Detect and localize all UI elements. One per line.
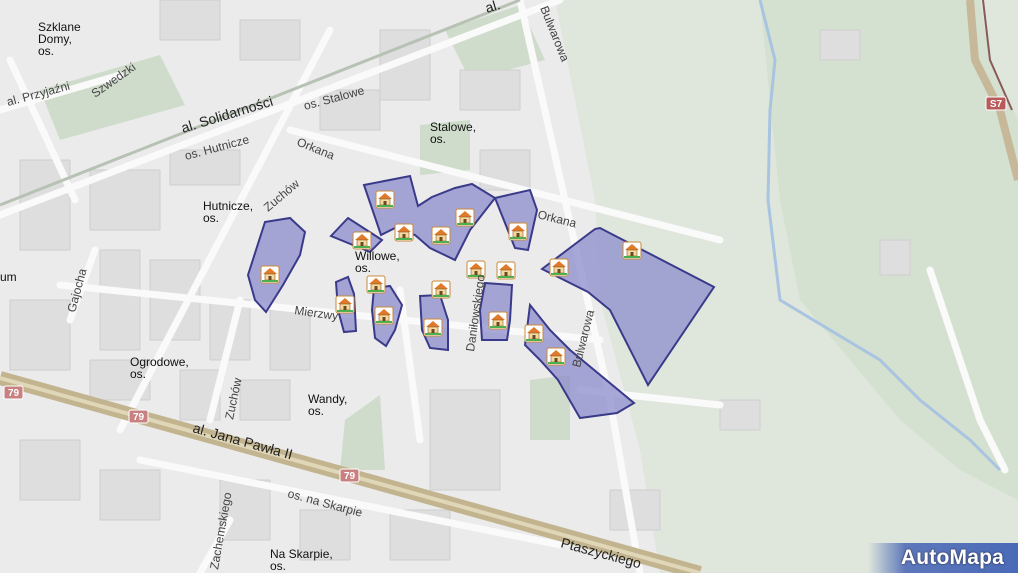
house-icon[interactable]	[431, 226, 451, 245]
estate-label: os.	[203, 211, 219, 225]
road-shield: 79	[339, 468, 360, 483]
house-icon[interactable]	[394, 223, 414, 242]
house-icon[interactable]	[496, 261, 516, 280]
road-shield: S7	[985, 96, 1007, 111]
house-icon[interactable]	[375, 190, 395, 209]
house-icon[interactable]	[546, 347, 566, 366]
brand-text: AutoMapa	[900, 546, 1004, 569]
estate-label: os.	[38, 44, 54, 58]
automapa-logo: AutoMapa	[868, 543, 1018, 573]
svg-text:79: 79	[344, 471, 356, 482]
road-shield: 79	[128, 409, 149, 424]
house-icon[interactable]	[488, 311, 508, 330]
house-icon[interactable]	[374, 306, 394, 325]
estate-label: os.	[308, 404, 324, 418]
estate-label: os.	[430, 132, 446, 146]
estate-label: os.	[270, 559, 286, 573]
house-icon[interactable]	[431, 280, 451, 299]
svg-text:79: 79	[133, 412, 145, 423]
svg-text:79: 79	[8, 388, 20, 399]
house-icon[interactable]	[366, 275, 386, 294]
svg-text:S7: S7	[990, 99, 1003, 110]
map-label-edge: um	[0, 270, 17, 284]
map-canvas[interactable]: al. Solidarności al. al. Przyjaźni Szwed…	[0, 0, 1018, 573]
house-icon[interactable]	[260, 265, 280, 284]
house-icon[interactable]	[455, 208, 475, 227]
estate-label: os.	[355, 261, 371, 275]
map-view[interactable]: al. Solidarności al. al. Przyjaźni Szwed…	[0, 0, 1018, 573]
road-shield: 79	[3, 385, 24, 400]
house-icon[interactable]	[549, 258, 569, 277]
house-icon[interactable]	[508, 222, 528, 241]
house-icon[interactable]	[352, 231, 372, 250]
estate-label: os.	[130, 367, 146, 381]
house-icon[interactable]	[423, 318, 443, 337]
house-icon[interactable]	[622, 241, 642, 260]
house-icon[interactable]	[524, 324, 544, 343]
